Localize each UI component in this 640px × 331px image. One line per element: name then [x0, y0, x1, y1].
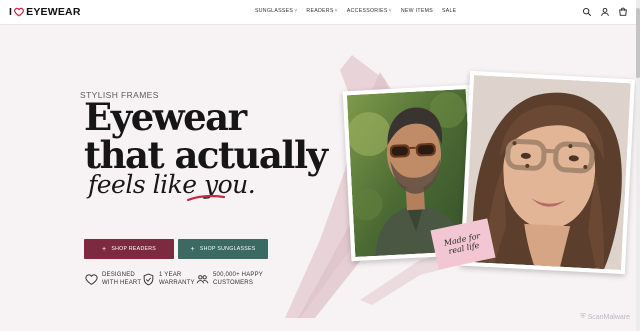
nav-label: SALE: [441, 8, 457, 14]
nav-label: ACCESSORIES: [346, 8, 388, 14]
chevron-down-icon: ˅: [294, 8, 298, 14]
account-icon[interactable]: [600, 7, 610, 17]
feature-text: 500,000+ HAPPY CUSTOMERS: [213, 272, 264, 286]
shop-sunglasses-label: SHOP SUNGLASSES: [199, 246, 256, 252]
page-scrollbar[interactable]: [636, 0, 640, 331]
feature-text: 1 YEAR WARRANTY: [159, 272, 195, 286]
nav-item-readers[interactable]: READERS ˅: [306, 8, 337, 14]
watermark-text: ScanMalware: [587, 313, 630, 321]
heart-icon: [85, 274, 98, 285]
shop-sunglasses-button[interactable]: + SHOP SUNGLASSES: [178, 239, 268, 259]
nav-item-sunglasses[interactable]: SUNGLASSES ˅: [255, 8, 297, 14]
shield-icon: ⛨: [580, 313, 586, 320]
scrollbar-thumb[interactable]: [636, 8, 640, 78]
plus-icon: +: [190, 245, 195, 253]
shield-check-icon: [143, 273, 154, 286]
nav-label: NEW ITEMS: [400, 8, 433, 14]
hero-script-line: feels like you.: [88, 170, 256, 199]
header-actions: [582, 7, 628, 17]
people-icon: [196, 275, 209, 284]
feature-warranty: 1 YEAR WARRANTY: [142, 272, 195, 287]
main-nav: SUNGLASSES ˅ READERS ˅ ACCESSORIES ˅ NEW IT…: [255, 8, 456, 14]
feature-designed-with-heart: DESIGNED WITH HEART: [85, 272, 141, 287]
plus-icon: +: [101, 245, 107, 253]
cart-icon[interactable]: [618, 7, 628, 17]
nav-item-new-items[interactable]: NEW ITEMS: [401, 8, 433, 14]
feature-text: DESIGNED WITH HEART: [102, 272, 142, 286]
hero-headline: Eyewear that actually: [84, 95, 328, 177]
feature-happy-customers: 500,000+ HAPPY CUSTOMERS: [196, 272, 263, 287]
headline-line-2: that actually: [84, 133, 328, 177]
nav-item-sale[interactable]: SALE: [442, 8, 456, 14]
nav-item-accessories[interactable]: ACCESSORIES ˅: [347, 8, 392, 14]
headline-line-1: Eyewear: [84, 95, 247, 139]
heart-logo-icon: [14, 7, 25, 17]
script-underline-decoration: [186, 194, 226, 202]
shop-readers-button[interactable]: + SHOP READERS: [84, 239, 174, 259]
nav-label: SUNGLASSES: [255, 8, 294, 14]
chevron-down-icon: ˅: [388, 8, 392, 14]
watermark: ⛨ ScanMalware: [580, 313, 630, 321]
brand-prefix: I: [9, 6, 13, 18]
search-icon[interactable]: [582, 7, 592, 17]
chevron-down-icon: ˅: [334, 8, 338, 14]
site-header: I EYEWEAR SUNGLASSES ˅ READERS ˅ ACCESSORI…: [0, 0, 640, 25]
nav-label: READERS: [306, 8, 334, 14]
brand-logo[interactable]: I EYEWEAR: [9, 6, 81, 18]
brand-name: EYEWEAR: [26, 6, 81, 18]
shop-readers-label: SHOP READERS: [111, 246, 157, 252]
